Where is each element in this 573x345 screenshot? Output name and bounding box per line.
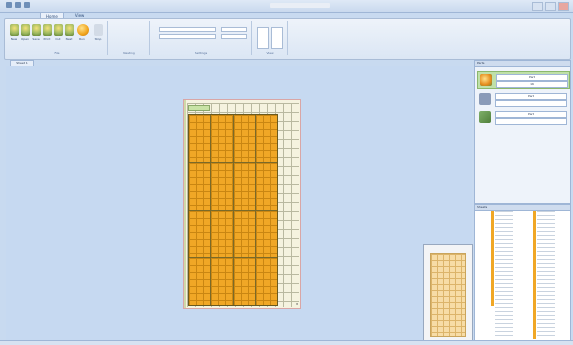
run-icon [77, 24, 89, 36]
nesting-sheet[interactable]: 8 [183, 99, 301, 309]
nested-part[interactable] [255, 210, 277, 258]
list-column-bar [491, 211, 494, 306]
undo-icon[interactable] [24, 2, 30, 8]
sheet-preview[interactable] [423, 244, 473, 341]
nested-part[interactable] [233, 115, 255, 162]
stop-button[interactable]: Stop [93, 24, 103, 41]
save-icon[interactable] [15, 2, 21, 8]
view-option-2[interactable] [271, 27, 283, 49]
part-row[interactable]: Part 16 [477, 71, 570, 89]
nested-part[interactable] [255, 162, 277, 210]
nest-icon [64, 24, 74, 36]
app-menu-icon[interactable] [6, 2, 12, 8]
part-icon [479, 111, 491, 123]
maximize-button[interactable] [545, 2, 556, 11]
new-button[interactable]: New [9, 24, 19, 41]
part-qty-field[interactable] [495, 118, 567, 125]
window-title [270, 3, 330, 8]
ribbon-group-nesting: Nesting [109, 21, 150, 55]
cut-icon [53, 24, 63, 36]
setting-field-2[interactable] [159, 34, 216, 39]
nested-part[interactable] [211, 210, 233, 258]
part-name-field[interactable]: Part [495, 111, 567, 118]
part-row[interactable]: Part [477, 91, 568, 107]
nested-parts [188, 114, 278, 306]
quick-access-toolbar [6, 2, 30, 8]
part-icon [480, 74, 492, 86]
group-label-settings: Settings [194, 51, 208, 55]
nested-part[interactable] [255, 258, 277, 305]
group-label-nesting: Nesting [123, 51, 135, 55]
ribbon-group-settings: Settings [151, 21, 252, 55]
group-label-file: File [54, 51, 60, 55]
setting-field-3[interactable] [221, 27, 247, 32]
part-qty-field[interactable]: 16 [496, 81, 568, 88]
list-column [519, 211, 559, 339]
setting-field-4[interactable] [221, 34, 247, 39]
nested-part[interactable] [233, 162, 255, 210]
nested-part[interactable] [255, 115, 277, 162]
nested-part[interactable] [189, 115, 211, 162]
nested-part[interactable] [233, 258, 255, 305]
minimize-button[interactable] [532, 2, 543, 11]
part-name-field[interactable]: Part [495, 93, 567, 100]
sheet-corner-label: 8 [296, 302, 298, 306]
setting-field-1[interactable] [159, 27, 216, 32]
list-column-lines [495, 211, 513, 339]
view-option-1[interactable] [257, 27, 269, 49]
sheet-ruler [184, 100, 186, 308]
status-bar [0, 340, 573, 345]
ribbon-group-file: New Open Save Print Cut Nest Run Stop Fi… [7, 21, 108, 55]
ribbon: New Open Save Print Cut Nest Run Stop Fi… [4, 18, 571, 60]
nested-part[interactable] [211, 162, 233, 210]
open-icon [20, 24, 30, 36]
part-row[interactable]: Part [477, 109, 568, 125]
list-column [477, 211, 517, 339]
print-button[interactable]: Print [42, 24, 52, 41]
part-qty-field[interactable] [495, 100, 567, 107]
sheets-list-panel: Sheets [474, 204, 571, 343]
parts-panel: Parts Part 16 Part Part [474, 60, 571, 204]
parts-panel-title: Parts [475, 61, 570, 67]
open-button[interactable]: Open [20, 24, 30, 41]
close-button[interactable] [558, 2, 569, 11]
print-icon [42, 24, 52, 36]
group-label-view: View [266, 51, 274, 55]
nested-part[interactable] [211, 258, 233, 305]
cut-button[interactable]: Cut [53, 24, 63, 41]
nested-part[interactable] [189, 162, 211, 210]
ribbon-group-view: View [253, 21, 288, 55]
preview-sheet [430, 253, 466, 337]
nested-part[interactable] [233, 210, 255, 258]
save-icon [31, 24, 41, 36]
save-button[interactable]: Save [31, 24, 41, 41]
new-icon [9, 24, 19, 36]
selection-marker [188, 105, 210, 111]
stop-icon [93, 24, 103, 36]
nested-part[interactable] [189, 210, 211, 258]
list-column-lines [537, 211, 555, 339]
nested-part[interactable] [189, 258, 211, 305]
nested-part[interactable] [211, 115, 233, 162]
run-button[interactable]: Run [77, 24, 89, 41]
nest-button[interactable]: Nest [64, 24, 74, 41]
list-column-bar [533, 211, 536, 339]
part-icon [479, 93, 491, 105]
part-name-field[interactable]: Part [496, 74, 568, 81]
